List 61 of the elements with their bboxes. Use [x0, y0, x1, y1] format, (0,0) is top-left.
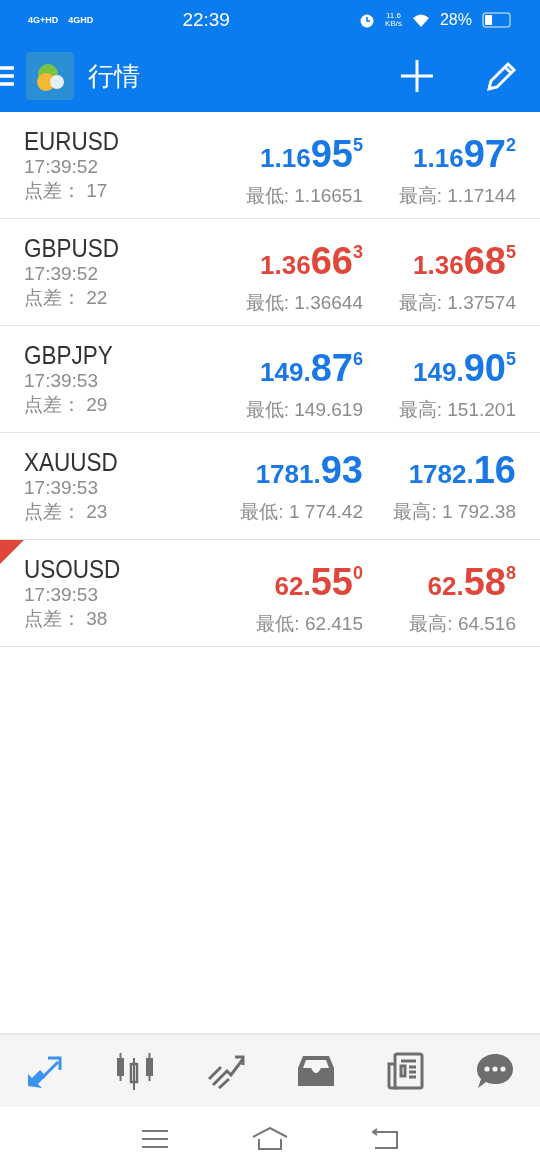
symbol-name: EURUSD: [24, 127, 120, 155]
low-price: 最低: 62.415: [256, 611, 363, 636]
quote-time: 17:39:52: [24, 155, 99, 179]
back-icon[interactable]: [370, 1127, 399, 1150]
clock: 22:39: [181, 9, 231, 31]
spread-text: 点差： 29: [24, 393, 109, 417]
high-price: 最高: 64.516: [409, 611, 516, 636]
symbol-name: USOUSD: [24, 555, 122, 583]
newspaper-icon: [386, 1052, 425, 1090]
app-logo-icon: [26, 52, 74, 100]
quote-row[interactable]: XAUUSD 17:39:53 点差： 23 1781.93 最低: 1 774.42 1782.16 最高: 1 792.38: [0, 433, 540, 540]
wifi-icon: [411, 13, 430, 27]
high-price: 最高: 1.17144: [398, 183, 516, 208]
ask-price: 1782.16: [408, 448, 516, 493]
trend-icon: [207, 1053, 246, 1089]
quote-row[interactable]: GBPJPY 17:39:53 点差： 29 149.87$^{6}$ 最低: 149.619 149.90$^{5}$ 最高: 151.201: [0, 326, 540, 433]
bid-price: 1.1695$^{5}$: [260, 131, 363, 177]
pencil-icon[interactable]: [486, 60, 518, 92]
spread-text: 点差： 17: [24, 179, 109, 203]
low-price: 最低: 1.36644: [245, 290, 363, 315]
alarm-icon: [359, 12, 376, 28]
spread-text: 点差： 22: [24, 286, 109, 310]
high-price: 最高: 1 792.38: [393, 500, 516, 524]
ask-price: 1.3668$^{5}$: [413, 238, 516, 284]
home-icon[interactable]: [252, 1126, 288, 1151]
candlestick-icon: [115, 1052, 156, 1090]
symbol-name: GBPUSD: [24, 234, 121, 262]
network-indicator: 4GHD: [68, 15, 94, 25]
quote-time: 17:39:53: [24, 583, 99, 607]
menu-icon[interactable]: [141, 1128, 170, 1149]
screen-title: 行情: [88, 59, 141, 93]
ask-price: 149.90$^{5}$: [413, 345, 516, 391]
spread-text: 点差： 23: [24, 500, 109, 524]
bid-price: 1781.93: [255, 448, 363, 493]
low-price: 最低: 1 774.42: [240, 500, 363, 524]
symbol-name: XAUUSD: [24, 448, 119, 476]
high-price: 最高: 1.37574: [398, 290, 516, 315]
quote-row[interactable]: USOUSD 17:39:53 点差： 38 62.55$^{0}$ 最低: 62.415 62.58$^{8}$ 最高: 64.516: [0, 540, 540, 647]
ask-price: 1.1697$^{2}$: [413, 131, 516, 177]
quote-row[interactable]: EURUSD 17:39:52 点差： 17 1.1695$^{5}$ 最低: 1.16651 1.1697$^{2}$ 最高: 1.17144: [0, 112, 540, 219]
inbox-icon: [296, 1054, 335, 1088]
symbol-name: GBPJPY: [24, 341, 114, 369]
arrows-icon: [25, 1054, 64, 1088]
network-speed: 11.6 KB/s: [385, 12, 402, 28]
spread-text: 点差： 38: [24, 607, 109, 631]
add-icon[interactable]: [400, 59, 434, 93]
quote-time: 17:39:52: [24, 262, 99, 286]
quote-row[interactable]: GBPUSD 17:39:52 点差： 22 1.3666$^{3}$ 最低: 1.36644 1.3668$^{5}$ 最高: 1.37574: [0, 219, 540, 326]
low-price: 最低: 1.16651: [245, 183, 363, 208]
low-price: 最低: 149.619: [245, 397, 363, 422]
network-indicator: 4G+HD: [28, 15, 59, 25]
battery-percent: 28%: [439, 11, 472, 29]
bid-price: 1.3666$^{3}$: [260, 238, 363, 284]
bid-price: 149.87$^{6}$: [260, 345, 363, 391]
high-price: 最高: 151.201: [398, 397, 516, 422]
battery-icon: [482, 12, 512, 28]
quote-time: 17:39:53: [24, 369, 99, 393]
bid-price: 62.55$^{0}$: [274, 559, 363, 605]
chat-icon: [476, 1053, 515, 1089]
quote-time: 17:39:53: [24, 476, 99, 500]
ask-price: 62.58$^{8}$: [427, 559, 516, 605]
